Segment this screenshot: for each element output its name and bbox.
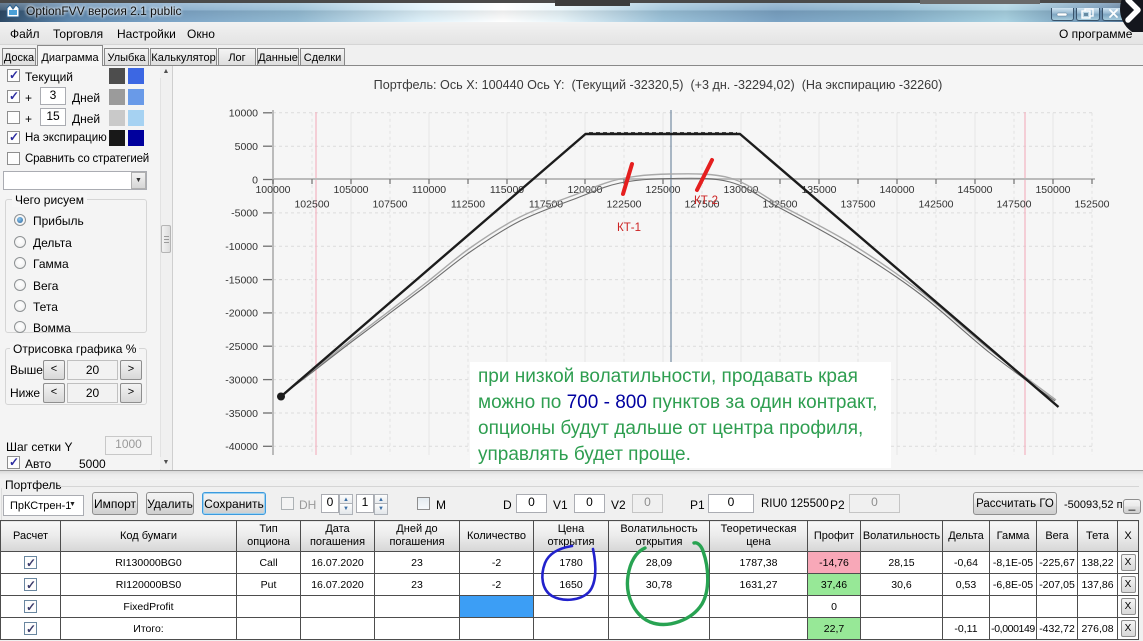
- svg-text:-15000: -15000: [225, 274, 258, 286]
- svg-text:102500: 102500: [294, 199, 329, 211]
- svg-text:110000: 110000: [412, 184, 446, 196]
- svg-text:112500: 112500: [451, 199, 485, 211]
- svg-text:-35000: -35000: [225, 408, 258, 420]
- svg-text:100000: 100000: [255, 184, 290, 196]
- svg-text:КТ-1: КТ-1: [617, 222, 641, 234]
- svg-text:140000: 140000: [879, 184, 914, 196]
- svg-text:107500: 107500: [372, 199, 407, 211]
- svg-text:142500: 142500: [918, 199, 953, 211]
- svg-text:-10000: -10000: [225, 241, 258, 253]
- svg-text:КТ-2: КТ-2: [694, 195, 718, 207]
- svg-text:122500: 122500: [606, 199, 641, 211]
- svg-text:-5000: -5000: [231, 208, 258, 220]
- svg-text:152500: 152500: [1074, 199, 1109, 211]
- svg-text:Портфель: Ось X: 100440 Ось Y:: Портфель: Ось X: 100440 Ось Y: (Текущий …: [374, 78, 943, 92]
- svg-text:-25000: -25000: [225, 341, 258, 353]
- svg-text:145000: 145000: [957, 184, 992, 196]
- svg-text:147500: 147500: [996, 199, 1031, 211]
- svg-text:137500: 137500: [840, 199, 875, 211]
- svg-text:105000: 105000: [333, 184, 368, 196]
- svg-text:-20000: -20000: [225, 308, 258, 320]
- svg-text:150000: 150000: [1035, 184, 1070, 196]
- svg-text:125000: 125000: [645, 184, 680, 196]
- svg-text:5000: 5000: [235, 141, 259, 153]
- svg-text:10000: 10000: [229, 108, 258, 120]
- svg-text:-30000: -30000: [225, 374, 258, 386]
- svg-text:-40000: -40000: [225, 441, 258, 453]
